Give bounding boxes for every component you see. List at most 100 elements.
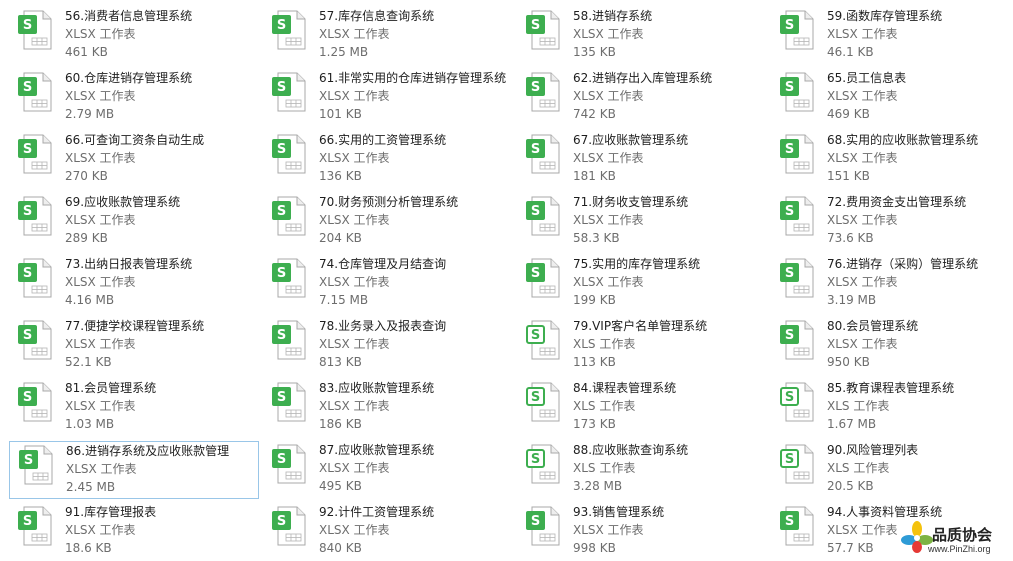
file-item[interactable]: S 85.教育课程表管理系统 XLS 工作表 1.67 MB (771, 379, 1013, 437)
file-size: 186 KB (319, 417, 362, 431)
file-name: 75.实用的库存管理系统 (573, 257, 701, 271)
file-type: XLSX 工作表 (573, 27, 644, 41)
file-type: XLSX 工作表 (65, 213, 136, 227)
file-item[interactable]: S 81.会员管理系统 XLSX 工作表 1.03 MB (9, 379, 259, 437)
svg-text:S: S (23, 204, 32, 219)
file-grid: S 56.消费者信息管理系统 XLSX 工作表 461 KB S 57.库存信息查询系统 X… (0, 0, 1013, 561)
xlsx-file-icon: S (18, 506, 52, 546)
file-name: 65.员工信息表 (827, 71, 907, 85)
file-type: XLSX 工作表 (65, 151, 136, 165)
file-item[interactable]: S 79.VIP客户名单管理系统 XLS 工作表 113 KB (517, 317, 767, 375)
file-name: 91.库存管理报表 (65, 505, 157, 519)
file-item[interactable]: S 84.课程表管理系统 XLS 工作表 173 KB (517, 379, 767, 437)
file-item[interactable]: S 61.非常实用的仓库进销存管理系统 XLSX 工作表 101 KB (263, 69, 513, 127)
file-item[interactable]: S 69.应收账款管理系统 XLSX 工作表 289 KB (9, 193, 259, 251)
file-item[interactable]: S 73.出纳日报表管理系统 XLSX 工作表 4.16 MB (9, 255, 259, 313)
file-item[interactable]: S 66.可查询工资条自动生成 XLSX 工作表 270 KB (9, 131, 259, 189)
file-size: 136 KB (319, 169, 362, 183)
file-size: 57.7 KB (827, 541, 874, 555)
file-item[interactable]: S 71.财务收支管理系统 XLSX 工作表 58.3 KB (517, 193, 767, 251)
file-item[interactable]: S 90.风险管理列表 XLS 工作表 20.5 KB (771, 441, 1013, 499)
xlsx-file-icon: S (272, 258, 306, 298)
file-item[interactable]: S 58.进销存系统 XLSX 工作表 135 KB (517, 7, 767, 65)
file-size: 3.28 MB (573, 479, 623, 493)
xlsx-file-icon: S (18, 258, 52, 298)
file-type: XLSX 工作表 (319, 337, 390, 351)
file-size: 135 KB (573, 45, 616, 59)
file-item[interactable]: S 93.销售管理系统 XLSX 工作表 998 KB (517, 503, 767, 561)
svg-text:S: S (785, 452, 794, 467)
xlsx-file-icon: S (526, 72, 560, 112)
file-item[interactable]: S 92.计件工资管理系统 XLSX 工作表 840 KB (263, 503, 513, 561)
xlsx-file-icon: S (18, 134, 52, 174)
file-item[interactable]: S 83.应收账款管理系统 XLSX 工作表 186 KB (263, 379, 513, 437)
file-size: 73.6 KB (827, 231, 874, 245)
file-item[interactable]: S 75.实用的库存管理系统 XLSX 工作表 199 KB (517, 255, 767, 313)
file-name: 74.仓库管理及月结查询 (319, 257, 447, 271)
file-item[interactable]: S 70.财务预测分析管理系统 XLSX 工作表 204 KB (263, 193, 513, 251)
file-size: 1.03 MB (65, 417, 115, 431)
file-size: 461 KB (65, 45, 108, 59)
file-name: 60.仓库进销存管理系统 (65, 71, 193, 85)
xlsx-file-icon: S (780, 134, 814, 174)
svg-text:S: S (531, 390, 540, 405)
file-size: 173 KB (573, 417, 616, 431)
file-name: 85.教育课程表管理系统 (827, 381, 955, 395)
file-item[interactable]: S 59.函数库存管理系统 XLSX 工作表 46.1 KB (771, 7, 1013, 65)
file-item[interactable]: S 57.库存信息查询系统 XLSX 工作表 1.25 MB (263, 7, 513, 65)
file-type: XLSX 工作表 (827, 523, 898, 537)
xlsx-file-icon: S (780, 196, 814, 236)
file-size: 2.45 MB (66, 480, 116, 494)
file-item[interactable]: S 60.仓库进销存管理系统 XLSX 工作表 2.79 MB (9, 69, 259, 127)
file-type: XLSX 工作表 (827, 89, 898, 103)
file-type: XLS 工作表 (827, 461, 890, 475)
file-item[interactable]: S 74.仓库管理及月结查询 XLSX 工作表 7.15 MB (263, 255, 513, 313)
file-name: 80.会员管理系统 (827, 319, 919, 333)
file-item[interactable]: S 88.应收账款查询系统 XLS 工作表 3.28 MB (517, 441, 767, 499)
file-name: 70.财务预测分析管理系统 (319, 195, 459, 209)
watermark-url: www.PinZhi.org (928, 544, 991, 554)
file-item[interactable]: S 77.便捷学校课程管理系统 XLSX 工作表 52.1 KB (9, 317, 259, 375)
file-item[interactable]: S 62.进销存出入库管理系统 XLSX 工作表 742 KB (517, 69, 767, 127)
file-type: XLS 工作表 (827, 399, 890, 413)
file-item[interactable]: S 56.消费者信息管理系统 XLSX 工作表 461 KB (9, 7, 259, 65)
svg-text:S: S (277, 266, 286, 281)
file-name: 69.应收账款管理系统 (65, 195, 181, 209)
xlsx-file-icon: S (272, 72, 306, 112)
file-item[interactable]: S 80.会员管理系统 XLSX 工作表 950 KB (771, 317, 1013, 375)
file-item[interactable]: S 87.应收账款管理系统 XLSX 工作表 495 KB (263, 441, 513, 499)
file-item[interactable]: S 86.进销存系统及应收账款管理 XLSX 工作表 2.45 MB (9, 441, 259, 499)
file-type: XLSX 工作表 (827, 213, 898, 227)
file-item[interactable]: S 65.员工信息表 XLSX 工作表 469 KB (771, 69, 1013, 127)
file-item[interactable]: S 67.应收账款管理系统 XLSX 工作表 181 KB (517, 131, 767, 189)
svg-text:S: S (23, 18, 32, 33)
file-item[interactable]: S 72.费用资金支出管理系统 XLSX 工作表 73.6 KB (771, 193, 1013, 251)
file-size: 3.19 MB (827, 293, 877, 307)
file-type: XLSX 工作表 (65, 337, 136, 351)
file-type: XLSX 工作表 (319, 89, 390, 103)
svg-text:S: S (277, 18, 286, 33)
file-name: 61.非常实用的仓库进销存管理系统 (319, 71, 507, 85)
xlsx-file-icon: S (18, 196, 52, 236)
svg-text:S: S (277, 390, 286, 405)
file-size: 101 KB (319, 107, 362, 121)
svg-text:S: S (277, 452, 286, 467)
file-name: 92.计件工资管理系统 (319, 505, 435, 519)
file-item[interactable]: S 68.实用的应收账款管理系统 XLSX 工作表 151 KB (771, 131, 1013, 189)
file-type: XLSX 工作表 (319, 151, 390, 165)
svg-text:S: S (785, 80, 794, 95)
xlsx-file-icon: S (526, 258, 560, 298)
file-type: XLS 工作表 (573, 399, 636, 413)
file-type: XLSX 工作表 (573, 275, 644, 289)
xlsx-file-icon: S (526, 10, 560, 50)
file-size: 4.16 MB (65, 293, 115, 307)
svg-text:S: S (785, 204, 794, 219)
file-type: XLSX 工作表 (319, 27, 390, 41)
xls-file-icon: S (780, 382, 814, 422)
file-type: XLSX 工作表 (65, 275, 136, 289)
file-item[interactable]: S 66.实用的工资管理系统 XLSX 工作表 136 KB (263, 131, 513, 189)
file-item[interactable]: S 91.库存管理报表 XLSX 工作表 18.6 KB (9, 503, 259, 561)
file-item[interactable]: S 76.进销存（采购）管理系统 XLSX 工作表 3.19 MB (771, 255, 1013, 313)
file-name: 66.可查询工资条自动生成 (65, 133, 205, 147)
file-item[interactable]: S 78.业务录入及报表查询 XLSX 工作表 813 KB (263, 317, 513, 375)
